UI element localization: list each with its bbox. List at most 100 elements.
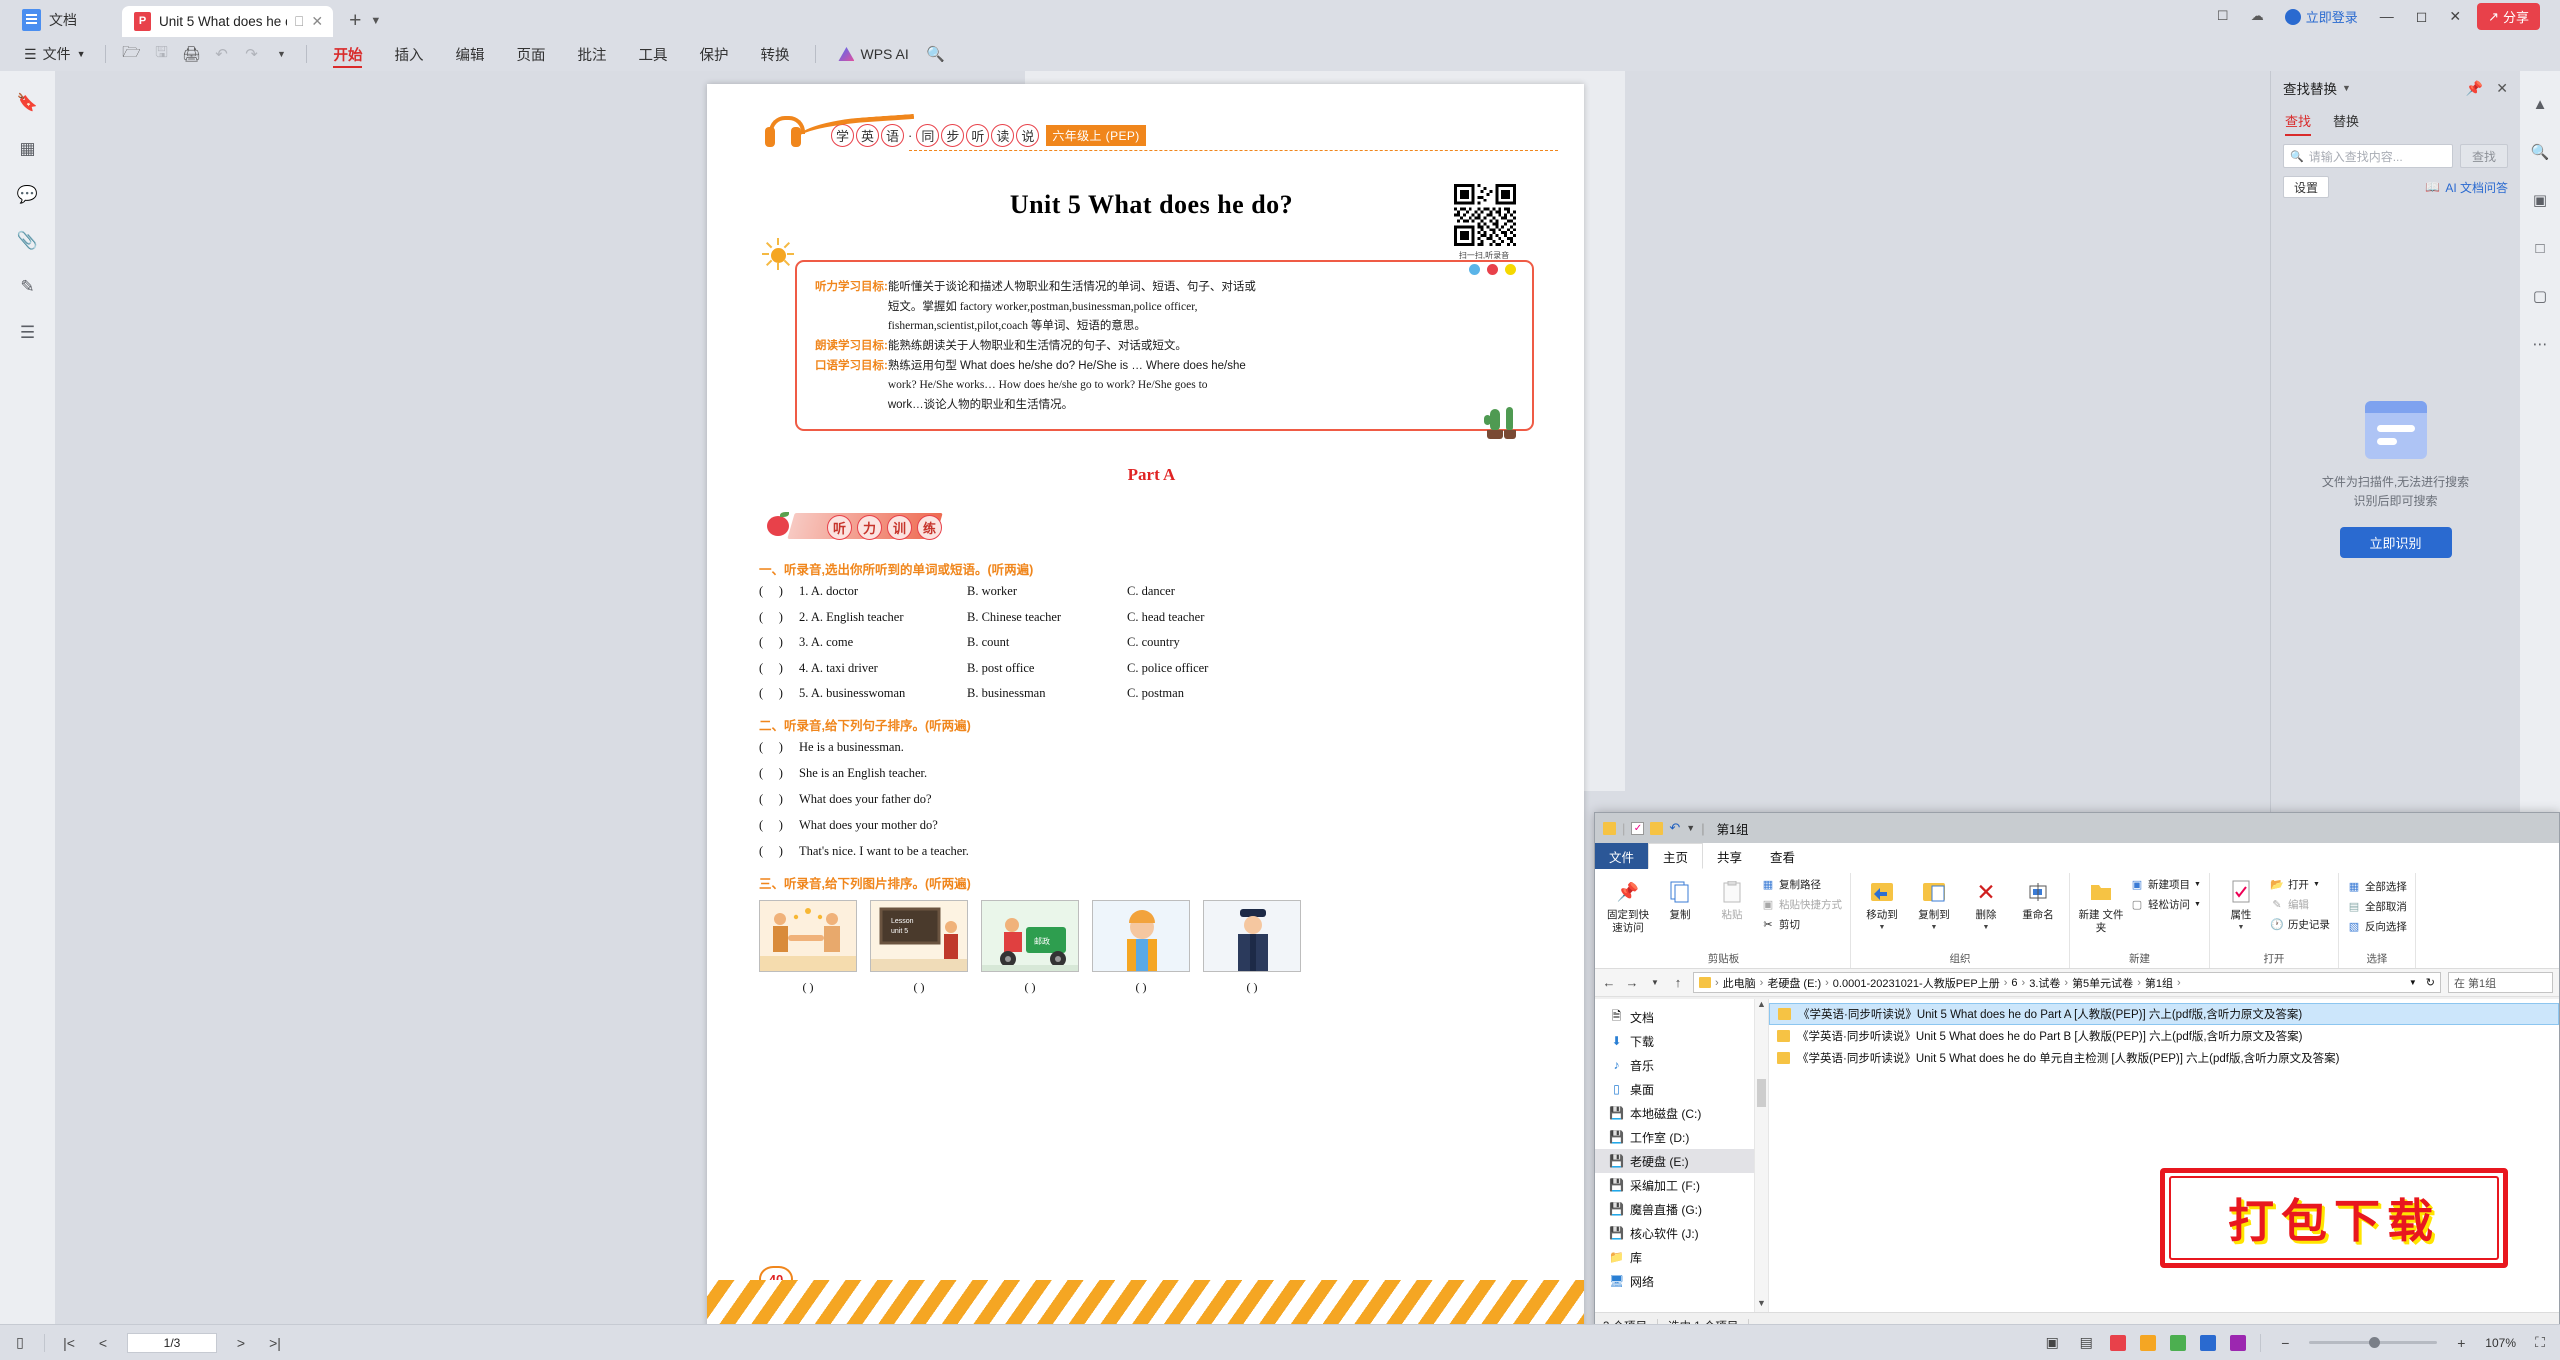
translate-icon[interactable]: ▣ — [2529, 189, 2551, 211]
breadcrumb-item[interactable]: 6 — [2011, 977, 2017, 989]
chevron-down-icon[interactable]: ▼ — [266, 49, 296, 59]
ocr-recognize-button[interactable]: 立即识别 — [2339, 527, 2452, 559]
answer-blank[interactable]: ( ) — [759, 792, 799, 807]
find-input[interactable]: 🔍 请输入查找内容... — [2283, 144, 2453, 168]
fullscreen-icon[interactable]: ⛶ — [2530, 1334, 2550, 1352]
chevron-down-icon[interactable]: ▼ — [1686, 823, 1695, 833]
zoom-out-button[interactable]: − — [2275, 1334, 2295, 1352]
answer-blank[interactable]: ( ) — [759, 635, 799, 650]
image-blank[interactable]: ( ) — [1092, 980, 1190, 995]
zoom-level[interactable]: 107% — [2485, 1336, 2516, 1350]
scroll-down-icon[interactable]: ▼ — [1755, 1298, 1768, 1312]
image-blank[interactable]: ( ) — [981, 980, 1079, 995]
more-icon[interactable]: ⋯ — [2529, 333, 2551, 355]
find-button[interactable]: 查找 — [2460, 144, 2508, 168]
nav-item-drive-g[interactable]: 💾 魔兽直播 (G:) — [1595, 1197, 1754, 1221]
image-blank[interactable]: ( ) — [870, 980, 968, 995]
explorer-tab-share[interactable]: 共享 — [1703, 843, 1756, 869]
nav-item-drive-e[interactable]: 💾 老硬盘 (E:) — [1595, 1149, 1754, 1173]
forward-icon[interactable]: → — [1624, 975, 1640, 990]
image-blank[interactable]: ( ) — [1203, 980, 1301, 995]
ai-doc-qa-link[interactable]: 📖 AI 文档问答 — [2425, 179, 2508, 196]
move-to-button[interactable]: 移动到 ▼ — [1857, 873, 1907, 931]
fit-page-icon[interactable]: ▣ — [2042, 1334, 2062, 1352]
swatch-blue[interactable] — [2200, 1334, 2217, 1351]
ribbon-tab-protect[interactable]: 保护 — [683, 37, 744, 71]
document-tab[interactable]: P Unit 5 What does he do Par ⎕ ✕ — [122, 6, 334, 37]
minimize-button[interactable]: — — [2380, 8, 2394, 25]
new-folder-button[interactable]: 新建 文件夹 — [2076, 873, 2126, 934]
answer-blank[interactable]: ( ) — [759, 686, 799, 701]
nav-scrollbar[interactable]: ▲ ▼ — [1755, 999, 1769, 1312]
scroll-thumb[interactable] — [1757, 1079, 1766, 1107]
new-tab-group[interactable]: + ▼ — [349, 9, 381, 33]
explorer-tab-home[interactable]: 主页 — [1648, 843, 1704, 869]
file-list-item[interactable]: 《学英语·同步听读说》Unit 5 What does he do Part B… — [1769, 1025, 2559, 1047]
wps-ai-button[interactable]: WPS AI — [826, 46, 920, 62]
nav-item-drive-j[interactable]: 💾 核心软件 (J:) — [1595, 1221, 1754, 1245]
ribbon-tab-insert[interactable]: 插入 — [378, 37, 439, 71]
ribbon-tab-tools[interactable]: 工具 — [622, 37, 683, 71]
close-button[interactable]: ✕ — [2449, 8, 2461, 25]
find-settings-button[interactable]: 设置 — [2283, 176, 2329, 198]
layers-icon[interactable]: ☰ — [16, 321, 40, 345]
nav-item-drive-d[interactable]: 💾 工作室 (D:) — [1595, 1125, 1754, 1149]
breadcrumb[interactable]: › 此电脑 › 老硬盘 (E:) › 0.0001-20231021-人教版PEP上… — [1693, 972, 2441, 993]
prev-page-button[interactable]: < — [93, 1334, 113, 1352]
nav-item-downloads[interactable]: ⬇ 下载 — [1595, 1029, 1754, 1053]
page-view-icon[interactable]: ▯ — [10, 1334, 30, 1352]
new-item-button[interactable]: ▣ 新建项目 ▼ — [2130, 877, 2201, 892]
answer-blank[interactable]: ( ) — [759, 818, 799, 833]
copy-button[interactable]: 复制 — [1655, 873, 1705, 922]
thumbnail-icon[interactable]: ▦ — [16, 137, 40, 161]
chevron-down-icon[interactable]: ▼ — [2409, 978, 2417, 987]
copy-path-button[interactable]: ▦ 复制路径 — [1761, 877, 1842, 892]
chevron-down-icon[interactable]: ▼ — [1879, 924, 1886, 931]
chevron-down-icon[interactable]: ▼ — [370, 15, 381, 27]
properties-icon[interactable]: ✓ — [1631, 821, 1645, 835]
minimize-panel-icon[interactable]: ▲ — [2529, 93, 2551, 115]
ribbon-tab-edit[interactable]: 编辑 — [439, 37, 500, 71]
chevron-down-icon[interactable]: ▼ — [1931, 924, 1938, 931]
last-page-button[interactable]: >| — [265, 1334, 285, 1352]
chevron-down-icon[interactable]: ▼ — [2313, 881, 2320, 888]
pin-to-quick-access-button[interactable]: 📌 固定到快 速访问 — [1603, 873, 1653, 934]
answer-blank[interactable]: ( ) — [759, 766, 799, 781]
delete-button[interactable]: ✕ 删除 ▼ — [1961, 873, 2011, 931]
ribbon-tab-page[interactable]: 页面 — [500, 37, 561, 71]
maximize-button[interactable]: ◻ — [2416, 8, 2428, 25]
breadcrumb-item[interactable]: 第1组 — [2145, 975, 2173, 991]
tab-find[interactable]: 查找 — [2285, 111, 2312, 136]
nav-item-library[interactable]: 📁 库 — [1595, 1245, 1754, 1269]
ribbon-tab-start[interactable]: 开始 — [317, 37, 378, 71]
edit-button[interactable]: ✎ 编辑 — [2270, 897, 2330, 912]
comment-icon[interactable]: 💬 — [16, 183, 40, 207]
select-all-button[interactable]: ▦ 全部选择 — [2347, 879, 2407, 894]
search-icon[interactable]: 🔍 — [2529, 141, 2551, 163]
breadcrumb-item[interactable]: 第5单元试卷 — [2072, 975, 2133, 991]
breadcrumb-item[interactable]: 0.0001-20231021-人教版PEP上册 — [1833, 975, 2000, 991]
answer-blank[interactable]: ( ) — [759, 610, 799, 625]
swatch-red[interactable] — [2110, 1334, 2127, 1351]
print-icon[interactable]: 🖨 — [176, 45, 206, 63]
nav-item-drive-c[interactable]: 💾 本地磁盘 (C:) — [1595, 1101, 1754, 1125]
cloud-icon[interactable]: ☁ — [2251, 8, 2269, 26]
refresh-icon[interactable]: ↻ — [2426, 976, 2435, 989]
collab-icon[interactable]: ☐ — [2217, 8, 2235, 26]
answer-blank[interactable]: ( ) — [759, 740, 799, 755]
nav-item-music[interactable]: ♪ 音乐 — [1595, 1053, 1754, 1077]
window-buttons[interactable]: — ◻ ✕ — [2380, 8, 2461, 25]
close-icon[interactable]: ✕ — [2496, 80, 2508, 97]
zoom-slider[interactable] — [2309, 1337, 2438, 1348]
close-icon[interactable]: ✕ — [311, 13, 323, 30]
login-button[interactable]: 立即登录 — [2284, 7, 2358, 26]
recent-locations-icon[interactable]: ▼ — [1647, 978, 1663, 987]
rename-button[interactable]: 重命名 — [2013, 873, 2063, 922]
ribbon-tab-convert[interactable]: 转换 — [744, 37, 805, 71]
answer-blank[interactable]: ( ) — [759, 661, 799, 676]
answer-blank[interactable]: ( ) — [759, 584, 799, 599]
nav-item-desktop[interactable]: ▯ 桌面 — [1595, 1077, 1754, 1101]
chevron-down-icon[interactable]: ▼ — [2194, 901, 2201, 908]
attachment-icon[interactable]: 📎 — [16, 229, 40, 253]
copy-to-button[interactable]: 复制到 ▼ — [1909, 873, 1959, 931]
